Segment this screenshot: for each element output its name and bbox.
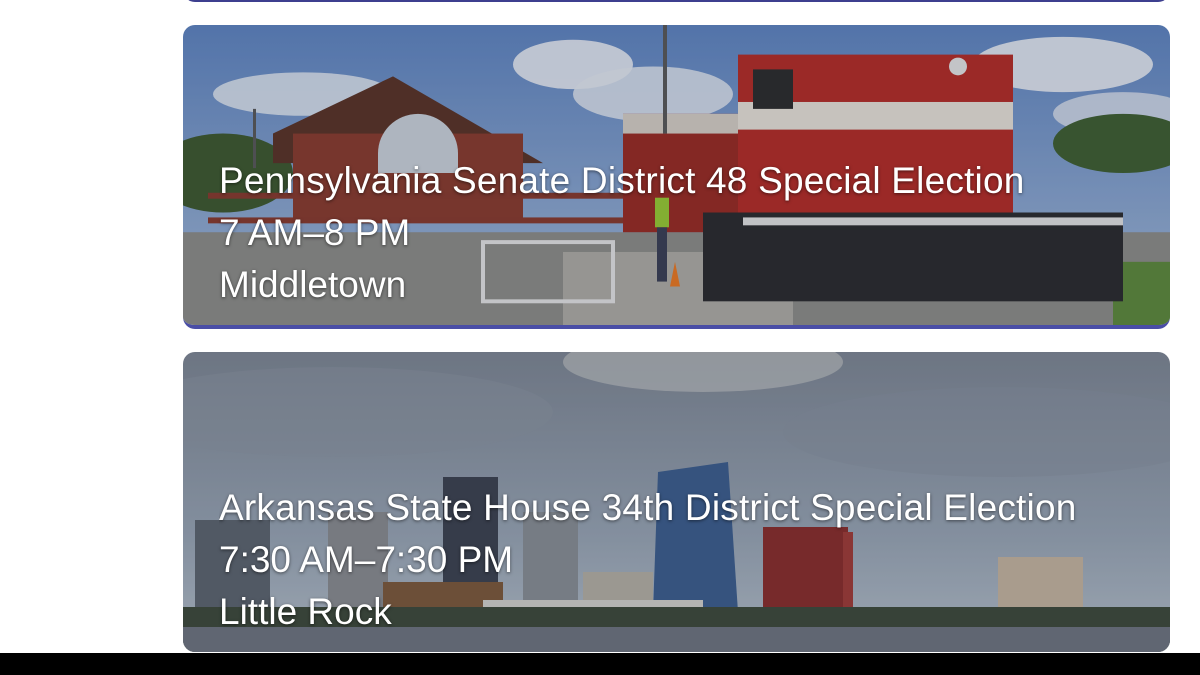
previous-event-card-edge[interactable] [183,0,1170,2]
event-title: Pennsylvania Senate District 48 Special … [219,160,1025,201]
event-list-screen: Pennsylvania Senate District 48 Special … [0,0,1200,675]
event-card-pennsylvania[interactable]: Pennsylvania Senate District 48 Special … [183,25,1170,329]
event-card-arkansas[interactable]: Arkansas State House 34th District Speci… [183,352,1170,652]
event-location: Little Rock [219,591,392,632]
event-time: 7:30 AM–7:30 PM [219,539,514,580]
event-info: Pennsylvania Senate District 48 Special … [219,155,1136,311]
event-time: 7 AM–8 PM [219,212,411,253]
event-title: Arkansas State House 34th District Speci… [219,487,1077,528]
event-info: Arkansas State House 34th District Speci… [219,482,1136,638]
event-location: Middletown [219,264,407,305]
bottom-black-bar [0,653,1200,675]
